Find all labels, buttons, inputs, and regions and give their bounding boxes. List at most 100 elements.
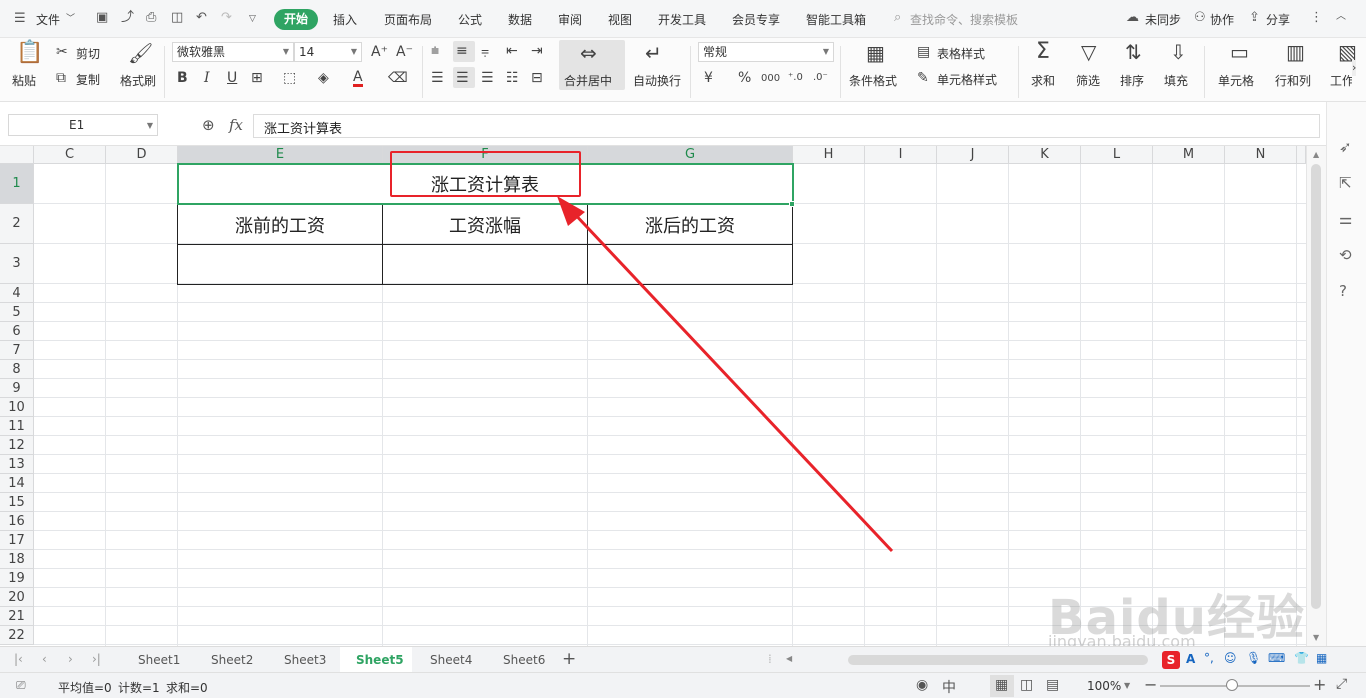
format-painter-icon[interactable]: 🖌: [128, 43, 153, 63]
sheet-tab[interactable]: Sheet1: [138, 653, 180, 667]
undo-icon[interactable]: ↶: [196, 11, 207, 25]
hamburger-icon[interactable]: ☰: [14, 12, 26, 26]
eye-protection-icon[interactable]: ◉: [916, 677, 928, 693]
fill-pattern-icon[interactable]: ⬚: [283, 70, 296, 86]
prev-sheet-icon[interactable]: ‹: [42, 652, 47, 666]
quick-access-chevron-icon[interactable]: ▽: [249, 12, 256, 26]
tab-membership[interactable]: 会员专享: [732, 11, 780, 28]
italic-icon[interactable]: I: [204, 70, 210, 86]
print-icon[interactable]: ⎙: [146, 11, 156, 25]
merge-center-button[interactable]: 合并居中: [564, 72, 612, 89]
file-menu[interactable]: 文件: [36, 11, 60, 28]
cell-button[interactable]: 单元格: [1218, 72, 1254, 89]
zoom-slider-thumb[interactable]: [1226, 679, 1238, 691]
sum-icon[interactable]: Σ: [1036, 41, 1050, 63]
ime-english-icon[interactable]: A: [1186, 652, 1195, 666]
thousands-icon[interactable]: 000: [761, 71, 780, 87]
fill-color-icon[interactable]: ◈: [318, 70, 329, 86]
align-bottom-icon[interactable]: ⩦: [481, 43, 489, 59]
tab-review[interactable]: 审阅: [558, 11, 582, 28]
wrap-text-icon[interactable]: ↵: [645, 43, 662, 63]
conditional-format-button[interactable]: 条件格式: [849, 72, 897, 89]
add-sheet-icon[interactable]: +: [562, 649, 576, 669]
last-sheet-icon[interactable]: ›|: [92, 652, 101, 666]
align-left-icon[interactable]: ☰: [431, 70, 444, 86]
sogou-ime-icon[interactable]: S: [1162, 651, 1180, 669]
copy-button[interactable]: 复制: [76, 71, 100, 88]
scroll-up-icon[interactable]: ▲: [1313, 150, 1319, 159]
font-color-icon[interactable]: A: [353, 70, 363, 87]
scroll-left-icon[interactable]: ◀: [786, 654, 792, 663]
macro-record-icon[interactable]: ⎚: [16, 678, 26, 693]
paste-button[interactable]: 粘贴: [12, 72, 36, 89]
sheet-tab[interactable]: Sheet4: [430, 653, 472, 667]
scroll-down-icon[interactable]: ▼: [1313, 633, 1319, 642]
tab-developer[interactable]: 开发工具: [658, 11, 706, 28]
sum-button[interactable]: 求和: [1031, 72, 1055, 89]
filter-icon[interactable]: ▽: [1081, 42, 1096, 62]
cell-style-button[interactable]: 单元格样式: [937, 71, 997, 88]
border-icon[interactable]: ⊞: [251, 70, 263, 86]
font-size-select[interactable]: 14 ▼: [294, 42, 362, 62]
chinese-input-icon[interactable]: 中: [942, 677, 956, 697]
worksheet-button[interactable]: 工作表: [1330, 72, 1352, 89]
spreadsheet-grid[interactable]: CDEFGHIJKLMN 1 2 3 4 5 6 7 8 9 10 11 12 13 14 15 16 17 18…: [0, 146, 1306, 646]
zoom-in-icon[interactable]: +: [1313, 675, 1326, 694]
cut-button[interactable]: 剪切: [76, 45, 100, 62]
ribbon-scroll-right-icon[interactable]: ›: [1352, 60, 1357, 76]
align-middle-icon[interactable]: ≡: [456, 43, 468, 59]
scrollbar-thumb[interactable]: [1311, 164, 1321, 609]
tab-insert[interactable]: 插入: [333, 11, 357, 28]
decrease-indent-icon[interactable]: ⇤: [506, 43, 518, 59]
merge-center-icon[interactable]: ⇔: [580, 43, 597, 63]
sheet-tab-active[interactable]: Sheet5: [356, 653, 404, 667]
name-box[interactable]: E1 ▼: [8, 114, 158, 136]
tab-start[interactable]: 开始: [274, 9, 319, 30]
sheet-tab[interactable]: Sheet6: [503, 653, 545, 667]
fullscreen-icon[interactable]: ⤢: [1336, 676, 1347, 692]
fill-button[interactable]: 填充: [1164, 72, 1188, 89]
font-name-select[interactable]: 微软雅黑 ▼: [172, 42, 294, 62]
ime-menu-icon[interactable]: ▦: [1316, 651, 1327, 665]
justify-icon[interactable]: ☷: [506, 70, 519, 86]
print-preview-icon[interactable]: ◫: [171, 11, 183, 25]
page-layout-view-icon[interactable]: ◫: [1020, 677, 1033, 693]
sliders-icon[interactable]: ⚌: [1339, 210, 1352, 228]
align-top-icon[interactable]: ⩧: [431, 43, 439, 59]
collaborate-button[interactable]: 协作: [1210, 11, 1234, 28]
chevron-down-icon[interactable]: ﹀: [66, 12, 75, 26]
table-style-button[interactable]: 表格样式: [937, 45, 985, 62]
filter-button[interactable]: 筛选: [1076, 72, 1100, 89]
cell-style-icon[interactable]: ✎: [917, 70, 929, 86]
zoom-formula-icon[interactable]: ⊕: [202, 118, 215, 133]
vertical-scrollbar[interactable]: ▲ ▼: [1306, 146, 1326, 646]
next-sheet-icon[interactable]: ›: [68, 652, 73, 666]
ime-emoji-icon[interactable]: ☺: [1224, 651, 1237, 665]
tab-formula[interactable]: 公式: [458, 11, 482, 28]
align-center-icon[interactable]: ☰: [456, 70, 469, 86]
redo-icon[interactable]: ↷: [221, 11, 232, 25]
cut-icon[interactable]: ✂: [56, 44, 68, 60]
percent-icon[interactable]: %: [738, 70, 751, 86]
rocket-icon[interactable]: ➶: [1339, 138, 1352, 156]
zoom-out-icon[interactable]: −: [1144, 675, 1157, 694]
bold-icon[interactable]: B: [177, 70, 188, 86]
row-col-button[interactable]: 行和列: [1275, 72, 1311, 89]
distributed-icon[interactable]: ⊟: [531, 70, 543, 86]
clear-format-icon[interactable]: ⌫: [388, 70, 408, 86]
save-icon[interactable]: ▣: [96, 11, 108, 25]
sheet-tab[interactable]: Sheet3: [284, 653, 326, 667]
command-search[interactable]: 查找命令、搜索模板: [910, 11, 1018, 28]
horizontal-scrollbar-thumb[interactable]: [848, 655, 1148, 665]
normal-view-icon[interactable]: ▦: [995, 677, 1008, 693]
sort-button[interactable]: 排序: [1120, 72, 1144, 89]
table-style-icon[interactable]: ▤: [917, 44, 930, 60]
wrap-text-button[interactable]: 自动换行: [633, 72, 681, 89]
decrease-decimal-icon[interactable]: .0⁻: [813, 70, 828, 86]
sync-status[interactable]: 未同步: [1145, 11, 1181, 28]
conditional-format-icon[interactable]: ▦: [866, 43, 885, 63]
share-button[interactable]: 分享: [1266, 11, 1290, 28]
formula-input[interactable]: 涨工资计算表: [253, 114, 1320, 138]
format-painter-button[interactable]: 格式刷: [120, 72, 156, 89]
cell-icon[interactable]: ▭: [1230, 42, 1249, 62]
